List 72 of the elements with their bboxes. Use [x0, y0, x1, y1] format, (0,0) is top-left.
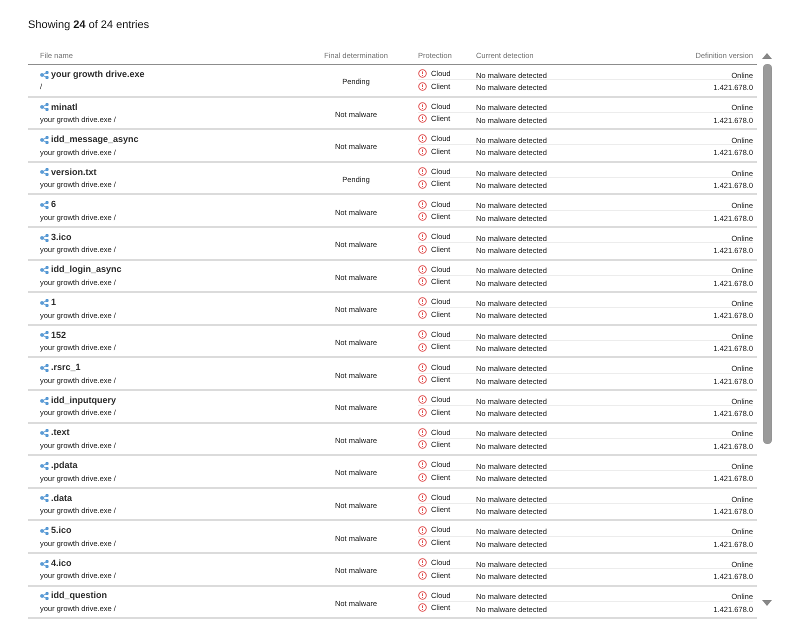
warning-icon — [418, 264, 427, 274]
share-icon — [40, 560, 49, 568]
warning-icon — [418, 603, 427, 612]
warning-icon — [418, 297, 427, 306]
warning-icon — [418, 590, 427, 600]
share-icon — [40, 266, 49, 274]
file-name[interactable]: your growth drive.exe — [51, 68, 145, 82]
warning-icon — [418, 114, 427, 124]
warning-icon — [418, 167, 427, 176]
warning-icon — [418, 472, 427, 482]
file-name[interactable]: .text — [51, 426, 70, 440]
share-icon — [40, 201, 49, 210]
warning-icon — [418, 375, 427, 384]
share-icon — [40, 592, 49, 600]
file-name[interactable]: .pdata — [51, 459, 78, 473]
warning-icon — [418, 395, 427, 404]
warning-icon — [418, 212, 427, 222]
warning-icon — [418, 146, 427, 156]
warning-icon — [418, 330, 427, 340]
warning-icon — [418, 506, 427, 515]
share-icon — [40, 364, 49, 372]
file-name[interactable]: 6 — [51, 198, 56, 212]
share-icon — [40, 298, 49, 307]
share-icon — [40, 396, 49, 405]
warning-icon — [418, 244, 427, 254]
warning-icon — [418, 493, 427, 502]
file-name[interactable]: idd_question — [51, 589, 107, 603]
warning-icon — [418, 408, 427, 417]
warning-icon — [418, 277, 427, 286]
scroll-up-icon[interactable] — [762, 52, 772, 59]
share-icon — [40, 136, 49, 144]
warning-icon — [418, 69, 427, 78]
file-name[interactable]: 4.ico — [51, 556, 72, 570]
share-icon — [40, 429, 49, 438]
file-name[interactable]: 3.ico — [51, 230, 72, 244]
share-icon — [40, 494, 49, 502]
share-icon — [40, 70, 49, 79]
share-icon — [40, 103, 49, 112]
file-name[interactable]: idd_inputquery — [51, 394, 116, 408]
file-name[interactable]: idd_login_async — [51, 263, 122, 277]
warning-icon — [418, 440, 427, 450]
share-icon — [40, 462, 49, 470]
warning-icon — [418, 570, 427, 580]
warning-icon — [418, 102, 427, 111]
entries-summary: Showing 24 of 24 entries — [28, 19, 150, 31]
file-name[interactable]: 1 — [51, 296, 56, 310]
warning-icon — [418, 180, 427, 189]
share-icon — [40, 168, 49, 176]
file-name[interactable]: .rsrc_1 — [51, 361, 81, 375]
warning-icon — [418, 232, 427, 242]
scroll-down-icon[interactable] — [762, 600, 772, 607]
warning-icon — [418, 310, 427, 319]
file-name[interactable]: 152 — [51, 328, 66, 342]
warning-icon — [418, 200, 427, 209]
warning-icon — [418, 558, 427, 568]
file-name[interactable]: version.txt — [51, 166, 97, 180]
file-name[interactable]: 5.ico — [51, 524, 72, 538]
warning-icon — [418, 538, 427, 548]
file-name[interactable]: minatl — [51, 100, 78, 114]
file-name[interactable]: .data — [51, 492, 72, 506]
warning-icon — [418, 342, 427, 352]
share-icon — [40, 526, 49, 535]
warning-icon — [418, 134, 427, 144]
warning-icon — [418, 460, 427, 470]
scrollbar-thumb[interactable] — [762, 64, 772, 444]
file-name[interactable]: idd_message_async — [51, 133, 139, 147]
warning-icon — [418, 362, 427, 372]
share-icon — [40, 234, 49, 242]
warning-icon — [418, 428, 427, 437]
warning-icon — [418, 82, 427, 91]
warning-icon — [418, 526, 427, 535]
share-icon — [40, 331, 49, 340]
